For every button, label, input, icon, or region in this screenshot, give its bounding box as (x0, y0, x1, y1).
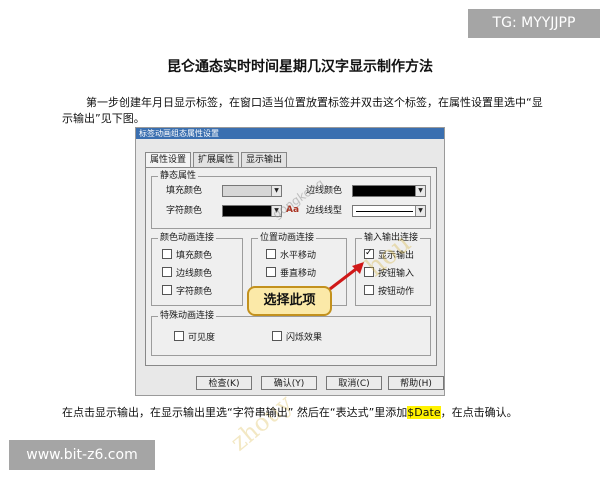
checkbox-border-color[interactable]: 边线颜色 (162, 267, 212, 280)
checkbox-vertical-move[interactable]: 垂直移动 (266, 267, 316, 280)
highlighted-expression: $Date (407, 406, 441, 419)
checkbox-box[interactable] (266, 249, 276, 259)
checkbox-box[interactable] (162, 267, 172, 277)
static-properties-label: 静态属性 (158, 170, 199, 182)
checkbox-box[interactable] (174, 331, 184, 341)
checkbox-box[interactable] (272, 331, 282, 341)
watermark-url-bottom: zhouy (225, 388, 298, 457)
checkbox-button-action[interactable]: 按钮动作 (364, 285, 414, 298)
checkbox-label: 水平移动 (280, 251, 317, 261)
confirm-button[interactable]: 确认(Y) (261, 376, 317, 390)
paragraph-step-one: 第一步创建年月日显示标签，在窗口适当位置放置标签并双击这个标签，在属性设置里选中… (62, 95, 548, 127)
dialog-title: 标签动画组态属性设置 (136, 128, 444, 139)
checkbox-label: 按钮动作 (378, 287, 415, 297)
checkbox-fill-color[interactable]: 填充颜色 (162, 249, 212, 262)
border-color-select[interactable]: ▼ (352, 185, 426, 197)
checkbox-char-color[interactable]: 字符颜色 (162, 285, 212, 298)
checkbox-box[interactable] (162, 249, 172, 259)
chevron-down-icon: ▼ (415, 206, 425, 216)
paragraph-step-two: 在点击显示输出，在显示输出里选“字符串输出” 然后在“表达式”里添加$Date，… (62, 405, 548, 421)
checkbox-label: 字符颜色 (176, 287, 213, 297)
tg-badge: TG: MYYJJPP (468, 9, 600, 38)
dialog-tabs: 属性设置 扩展属性 显示输出 (145, 152, 289, 168)
char-color-label: 字符颜色 (166, 206, 203, 216)
paragraph-step-two-before: 在点击显示输出，在显示输出里选“字符串输出” 然后在“表达式”里添加 (62, 406, 408, 419)
checkbox-label: 可见度 (188, 333, 216, 343)
chevron-down-icon: ▼ (271, 186, 281, 196)
border-style-label: 边线线型 (306, 206, 343, 216)
checkbox-box[interactable] (266, 267, 276, 277)
color-animation-label: 颜色动画连接 (158, 232, 217, 244)
site-badge: www.bit-z6.com (9, 440, 155, 470)
cancel-button[interactable]: 取消(C) (326, 376, 382, 390)
checkbox-horizontal-move[interactable]: 水平移动 (266, 249, 316, 262)
tab-extended-properties[interactable]: 扩展属性 (193, 152, 240, 168)
checkbox-visibility[interactable]: 可见度 (174, 331, 215, 344)
paragraph-step-one-text: 第一步创建年月日显示标签，在窗口适当位置放置标签并双击这个标签，在属性设置里选中… (62, 96, 543, 125)
check-button[interactable]: 检查(K) (196, 376, 252, 390)
special-animation-label: 特殊动画连接 (158, 310, 217, 322)
help-button[interactable]: 帮助(H) (388, 376, 444, 390)
checkbox-label: 边线颜色 (176, 269, 213, 279)
tab-display-output[interactable]: 显示输出 (241, 152, 288, 168)
checkbox-label: 填充颜色 (176, 251, 213, 261)
fill-color-label: 填充颜色 (166, 186, 203, 196)
color-animation-group: 颜色动画连接 填充颜色 边线颜色 字符颜色 (151, 232, 243, 306)
chevron-down-icon: ▼ (415, 186, 425, 196)
line-style-preview (356, 211, 413, 212)
checkbox-blink-effect[interactable]: 闪烁效果 (272, 331, 322, 344)
callout-select-this: 选择此项 (247, 286, 332, 316)
position-animation-label: 位置动画连接 (258, 232, 317, 244)
special-animation-group: 特殊动画连接 可见度 闪烁效果 (151, 310, 431, 356)
fill-color-select[interactable]: ▼ (222, 185, 282, 197)
paragraph-step-two-after: ，在点击确认。 (440, 406, 518, 419)
tab-property-settings[interactable]: 属性设置 (145, 152, 192, 168)
checkbox-label: 垂直移动 (280, 269, 317, 279)
checkbox-box[interactable] (162, 285, 172, 295)
checkbox-label: 闪烁效果 (286, 333, 323, 343)
document-title: 昆仑通态实时时间星期几汉字显示制作方法 (167, 59, 433, 75)
border-style-select[interactable]: ▼ (352, 205, 426, 217)
